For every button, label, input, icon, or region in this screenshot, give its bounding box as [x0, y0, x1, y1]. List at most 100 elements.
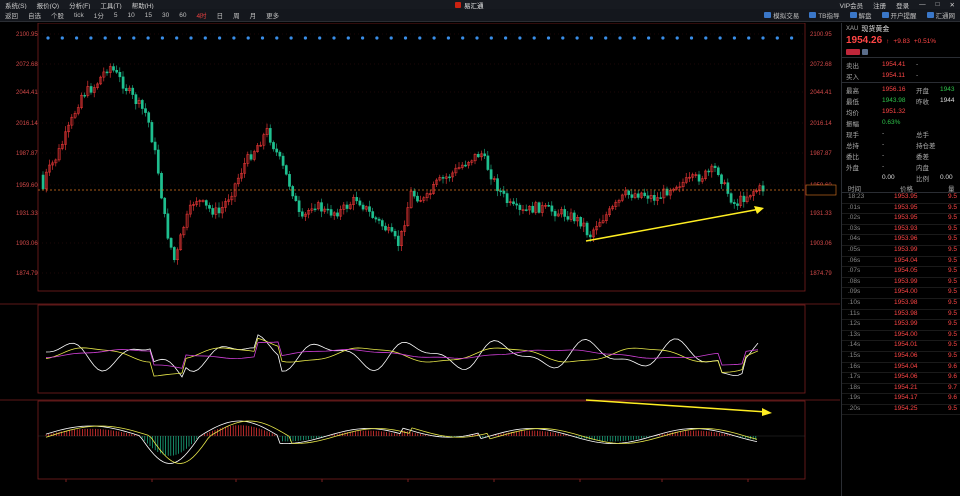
tick-volume: 9.5 — [948, 288, 958, 296]
candle — [297, 200, 301, 213]
tick-time: .20s — [848, 404, 861, 412]
toolbar-button[interactable]: 4时 — [191, 10, 211, 20]
signal-dot — [747, 36, 751, 40]
signal-dot — [546, 36, 551, 40]
toolbar-button[interactable]: 周 — [228, 10, 245, 20]
last-price-box — [805, 184, 837, 196]
tick-price: 1953.98 — [894, 298, 918, 306]
candle — [368, 206, 371, 212]
candle — [464, 164, 467, 167]
tick-list[interactable]: 18:23 1953.95 9.5 .01s 1953.95 9.5 .02s 1953.95… — [842, 193, 960, 416]
toolbar-button[interactable]: 30 — [157, 12, 174, 19]
candle — [572, 212, 576, 222]
y-tick-left: 2100.95 — [16, 32, 38, 38]
signal-dot — [689, 36, 694, 40]
toolbar-button[interactable]: 60 — [174, 12, 191, 19]
quote-name: 现货黄金 — [861, 26, 890, 33]
candle — [742, 195, 746, 202]
candle — [313, 208, 317, 211]
signal-dot — [132, 36, 136, 40]
candle — [144, 108, 147, 113]
toolbar-button[interactable]: 月 — [245, 10, 262, 20]
signal-dot — [461, 36, 465, 40]
candle — [278, 151, 282, 157]
chart-area[interactable]: 2100.95 2100.95 2072.68 2072.68 2044.41 2044.… — [0, 23, 840, 496]
signal-dot — [260, 36, 265, 40]
toolbar-button[interactable]: 个股 — [46, 10, 69, 20]
tick-price: 1953.95 — [894, 214, 918, 222]
toolbar-button[interactable]: 1分 — [89, 10, 109, 20]
signal-dot — [647, 36, 651, 40]
window-control-icon[interactable]: — — [914, 1, 931, 8]
y-tick-right: 1931.33 — [810, 211, 832, 217]
quote-row: 均价 1951.32 — [842, 106, 960, 117]
tick-time: .19s — [848, 394, 861, 402]
tick-head-vol: 量 — [948, 186, 955, 193]
toolbar-button[interactable]: 10 — [123, 12, 140, 19]
toolbar-button[interactable]: 日 — [212, 10, 229, 20]
y-tick-left: 1959.60 — [16, 183, 38, 189]
quote-label: 外盘 — [846, 164, 859, 172]
toolbar-right-button[interactable]: 模拟交易 — [759, 10, 804, 20]
candle — [355, 197, 359, 202]
signal-dot — [46, 36, 50, 40]
candle — [105, 71, 109, 74]
candle — [563, 209, 567, 217]
candle — [160, 173, 163, 199]
toolbar-icon — [926, 12, 934, 18]
settings-badge-icon[interactable] — [862, 48, 868, 55]
quote-value: - — [882, 152, 885, 159]
tick-price: 1953.95 — [894, 193, 918, 200]
quote-value-2: 0.00 — [940, 174, 953, 181]
window-control-icon[interactable]: □ — [931, 1, 945, 8]
tick-volume: 9.6 — [948, 373, 958, 381]
candle — [371, 211, 375, 218]
candle — [486, 155, 490, 170]
candle — [272, 142, 275, 150]
candle — [515, 203, 519, 206]
signal-dot — [618, 36, 622, 40]
toolbar-button[interactable]: tick — [69, 12, 89, 19]
candle — [291, 186, 295, 197]
toolbar-button[interactable]: 返回 — [0, 10, 23, 20]
tick-price: 1954.25 — [894, 404, 918, 412]
y-tick-right: 1874.79 — [810, 271, 832, 277]
candle — [720, 174, 723, 184]
toolbar-right-button[interactable]: 解盘 — [845, 10, 877, 20]
tick-price: 1954.06 — [894, 373, 918, 381]
signal-dot — [75, 36, 79, 40]
tick-price: 1954.06 — [894, 351, 918, 359]
y-tick-left: 1987.87 — [16, 151, 38, 157]
quote-row: 卖出 1954.41 - — [842, 59, 960, 70]
rsi-trend-arrow-head — [762, 408, 772, 416]
candle — [630, 194, 634, 198]
toolbar-button[interactable]: 5 — [109, 12, 123, 19]
candle — [268, 128, 272, 143]
candle — [115, 69, 119, 73]
toolbar-button[interactable]: 15 — [140, 12, 157, 19]
y-tick-right: 2100.95 — [810, 32, 832, 38]
tick-price: 1954.00 — [894, 330, 918, 338]
candle — [147, 112, 151, 123]
quote-label-2: 持仓差 — [916, 142, 936, 150]
toolbar-right-label: 解盘 — [858, 13, 872, 20]
signal-dot — [103, 36, 107, 40]
candle — [393, 231, 397, 237]
tick-row: .10s 1953.98 9.5 — [842, 299, 960, 310]
tick-time: .18s — [848, 383, 861, 391]
flag-badge-icon[interactable] — [846, 48, 860, 55]
candle — [380, 220, 384, 227]
candle — [361, 204, 365, 210]
quote-value: 1954.41 — [882, 61, 906, 68]
toolbar-right-button[interactable]: 汇通网 — [922, 10, 960, 20]
toolbar-button[interactable]: 更多 — [261, 10, 284, 20]
quote-label: 总持 — [846, 142, 859, 150]
toolbar-button[interactable]: 自选 — [23, 10, 46, 20]
quote-row: 总持 - 持仓差 — [842, 139, 960, 150]
signal-dot — [661, 36, 665, 40]
toolbar-right-button[interactable]: TB指导 — [804, 10, 844, 20]
toolbar-right-button[interactable]: 开户提醒 — [877, 10, 922, 20]
window-control-icon[interactable]: ✕ — [945, 1, 960, 9]
tick-price: 1954.04 — [894, 362, 918, 370]
tick-time: .08s — [848, 277, 861, 285]
